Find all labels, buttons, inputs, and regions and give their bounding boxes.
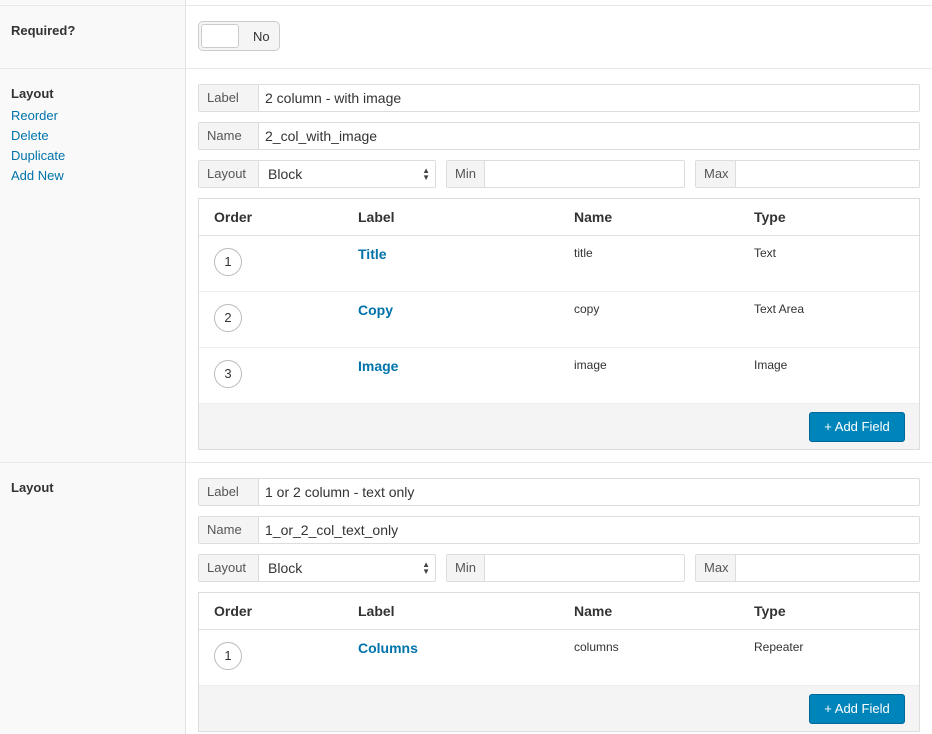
fields-table-footer: + Add Field bbox=[199, 686, 919, 731]
add-field-button[interactable]: + Add Field bbox=[809, 694, 905, 724]
min-prefix: Min bbox=[447, 555, 485, 581]
field-name: title bbox=[574, 246, 593, 260]
fields-table: Order Label Name Type 1 Title title Text… bbox=[198, 198, 920, 450]
select-arrows-icon[interactable]: ▲ ▼ bbox=[422, 561, 430, 576]
name-prefix: Name bbox=[199, 517, 259, 543]
divider bbox=[0, 462, 932, 463]
field-name: copy bbox=[574, 302, 600, 316]
max-prefix: Max bbox=[696, 555, 736, 581]
fields-table-footer: + Add Field bbox=[199, 404, 919, 449]
field-type: Text Area bbox=[754, 302, 805, 316]
field-row[interactable]: 3 Image image Image bbox=[199, 348, 919, 404]
select-arrows-icon[interactable]: ▲ ▼ bbox=[422, 167, 430, 182]
order-handle[interactable]: 3 bbox=[214, 360, 242, 388]
field-type: Repeater bbox=[754, 640, 804, 654]
layout-select-value[interactable]: Block bbox=[268, 555, 302, 581]
field-name: image bbox=[574, 358, 607, 372]
name-value[interactable]: 1_or_2_col_text_only bbox=[265, 517, 398, 543]
field-row[interactable]: 1 Title title Text bbox=[199, 236, 919, 292]
layout-label-input[interactable]: Label 1 or 2 column - text only bbox=[198, 478, 920, 506]
divider bbox=[0, 5, 932, 6]
toggle-state-text: No bbox=[253, 29, 270, 44]
order-handle[interactable]: 2 bbox=[214, 304, 242, 332]
field-row[interactable]: 1 Columns columns Repeater bbox=[199, 630, 919, 686]
min-prefix: Min bbox=[447, 161, 485, 187]
layout-prefix: Layout bbox=[199, 161, 259, 187]
layout-name-input[interactable]: Name 1_or_2_col_text_only bbox=[198, 516, 920, 544]
max-input[interactable]: Max bbox=[695, 554, 920, 582]
order-handle[interactable]: 1 bbox=[214, 642, 242, 670]
add-field-button[interactable]: + Add Field bbox=[809, 412, 905, 442]
max-input[interactable]: Max bbox=[695, 160, 920, 188]
reorder-link[interactable]: Reorder bbox=[11, 108, 58, 123]
layout-display-select[interactable]: Layout Block ▲ ▼ bbox=[198, 554, 436, 582]
name-prefix: Name bbox=[199, 123, 259, 149]
field-type: Image bbox=[754, 358, 788, 372]
order-handle[interactable]: 1 bbox=[214, 248, 242, 276]
type-header: Type bbox=[754, 603, 786, 619]
layout-label-input[interactable]: Label 2 column - with image bbox=[198, 84, 920, 112]
delete-link[interactable]: Delete bbox=[11, 128, 49, 143]
max-prefix: Max bbox=[696, 161, 736, 187]
required-toggle[interactable]: No bbox=[198, 21, 280, 51]
min-input[interactable]: Min bbox=[446, 554, 685, 582]
label-header: Label bbox=[358, 603, 395, 619]
name-header: Name bbox=[574, 603, 613, 619]
name-value[interactable]: 2_col_with_image bbox=[265, 123, 377, 149]
label-prefix: Label bbox=[199, 479, 259, 505]
order-header: Order bbox=[214, 603, 253, 619]
field-type: Text bbox=[754, 246, 777, 260]
fields-table-header: Order Label Name Type bbox=[199, 593, 919, 630]
divider bbox=[0, 68, 932, 69]
duplicate-link[interactable]: Duplicate bbox=[11, 148, 65, 163]
label-value[interactable]: 2 column - with image bbox=[265, 85, 401, 111]
required-title: Required? bbox=[11, 23, 76, 38]
order-header: Order bbox=[214, 209, 253, 225]
fields-table-header: Order Label Name Type bbox=[199, 199, 919, 236]
field-label-link[interactable]: Image bbox=[358, 358, 398, 374]
layout-display-select[interactable]: Layout Block ▲ ▼ bbox=[198, 160, 436, 188]
type-header: Type bbox=[754, 209, 786, 225]
label-value[interactable]: 1 or 2 column - text only bbox=[265, 479, 414, 505]
name-header: Name bbox=[574, 209, 613, 225]
field-label-link[interactable]: Columns bbox=[358, 640, 418, 656]
layout-title: Layout bbox=[11, 86, 54, 101]
field-label-link[interactable]: Copy bbox=[358, 302, 393, 318]
layout-select-value[interactable]: Block bbox=[268, 161, 302, 187]
field-label-link[interactable]: Title bbox=[358, 246, 387, 262]
field-row[interactable]: 2 Copy copy Text Area bbox=[199, 292, 919, 348]
label-header: Label bbox=[358, 209, 395, 225]
field-name: columns bbox=[574, 640, 619, 654]
label-prefix: Label bbox=[199, 85, 259, 111]
fields-table: Order Label Name Type 1 Columns columns … bbox=[198, 592, 920, 732]
layout-name-input[interactable]: Name 2_col_with_image bbox=[198, 122, 920, 150]
add-new-link[interactable]: Add New bbox=[11, 168, 64, 183]
toggle-knob[interactable] bbox=[201, 24, 239, 48]
layout-title: Layout bbox=[11, 480, 54, 495]
layout-prefix: Layout bbox=[199, 555, 259, 581]
min-input[interactable]: Min bbox=[446, 160, 685, 188]
